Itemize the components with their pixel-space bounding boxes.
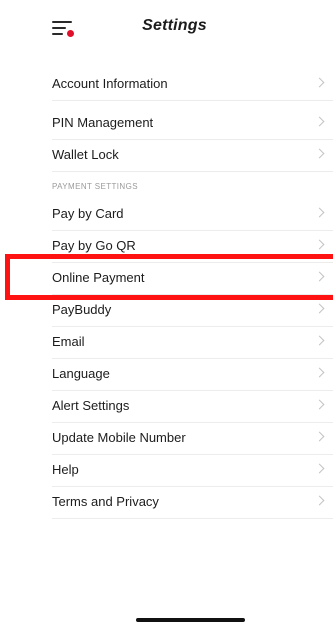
settings-item-paybuddy[interactable]: PayBuddy	[52, 295, 333, 327]
settings-item-label: Alert Settings	[52, 398, 130, 413]
chevron-right-icon	[314, 335, 325, 346]
chevron-right-icon	[314, 399, 325, 410]
settings-item-wallet-lock[interactable]: Wallet Lock	[52, 140, 333, 172]
settings-item-label: PayBuddy	[52, 302, 112, 317]
home-indicator[interactable]	[136, 618, 245, 622]
settings-item-label: PIN Management	[52, 115, 154, 130]
settings-item-label: Email	[52, 334, 85, 349]
settings-item-help[interactable]: Help	[52, 455, 333, 487]
settings-item-label: Online Payment	[52, 270, 145, 285]
settings-item-alert-settings[interactable]: Alert Settings	[52, 391, 333, 423]
chevron-right-icon	[314, 239, 325, 250]
top-bar: Settings	[0, 0, 333, 56]
settings-item-pay-by-go-qr[interactable]: Pay by Go QR	[52, 231, 333, 263]
page-title: Settings	[142, 17, 207, 34]
settings-item-label: Wallet Lock	[52, 147, 119, 162]
settings-item-label: Pay by Card	[52, 206, 124, 221]
settings-item-email[interactable]: Email	[52, 327, 333, 359]
settings-item-terms-and-privacy[interactable]: Terms and Privacy	[52, 487, 333, 519]
section-header-payment-settings: PAYMENT SETTINGS	[52, 182, 138, 191]
settings-item-label: Language	[52, 366, 110, 381]
settings-item-pay-by-card[interactable]: Pay by Card	[52, 199, 333, 231]
settings-item-label: Terms and Privacy	[52, 494, 159, 509]
chevron-right-icon	[314, 495, 325, 506]
settings-item-label: Update Mobile Number	[52, 430, 186, 445]
settings-item-label: Help	[52, 462, 79, 477]
chevron-right-icon	[314, 207, 325, 218]
settings-item-pin-management[interactable]: PIN Management	[52, 108, 333, 140]
chevron-right-icon	[314, 367, 325, 378]
settings-item-online-payment[interactable]: Online Payment	[52, 263, 333, 295]
chevron-right-icon	[314, 116, 325, 127]
chevron-right-icon	[314, 271, 325, 282]
settings-item-language[interactable]: Language	[52, 359, 333, 391]
chevron-right-icon	[314, 148, 325, 159]
chevron-right-icon	[314, 463, 325, 474]
chevron-right-icon	[314, 303, 325, 314]
settings-item-label: Account Information	[52, 76, 168, 91]
settings-item-label: Pay by Go QR	[52, 238, 136, 253]
settings-item-account-information[interactable]: Account Information	[52, 69, 333, 101]
chevron-right-icon	[314, 77, 325, 88]
chevron-right-icon	[314, 431, 325, 442]
settings-item-update-mobile-number[interactable]: Update Mobile Number	[52, 423, 333, 455]
